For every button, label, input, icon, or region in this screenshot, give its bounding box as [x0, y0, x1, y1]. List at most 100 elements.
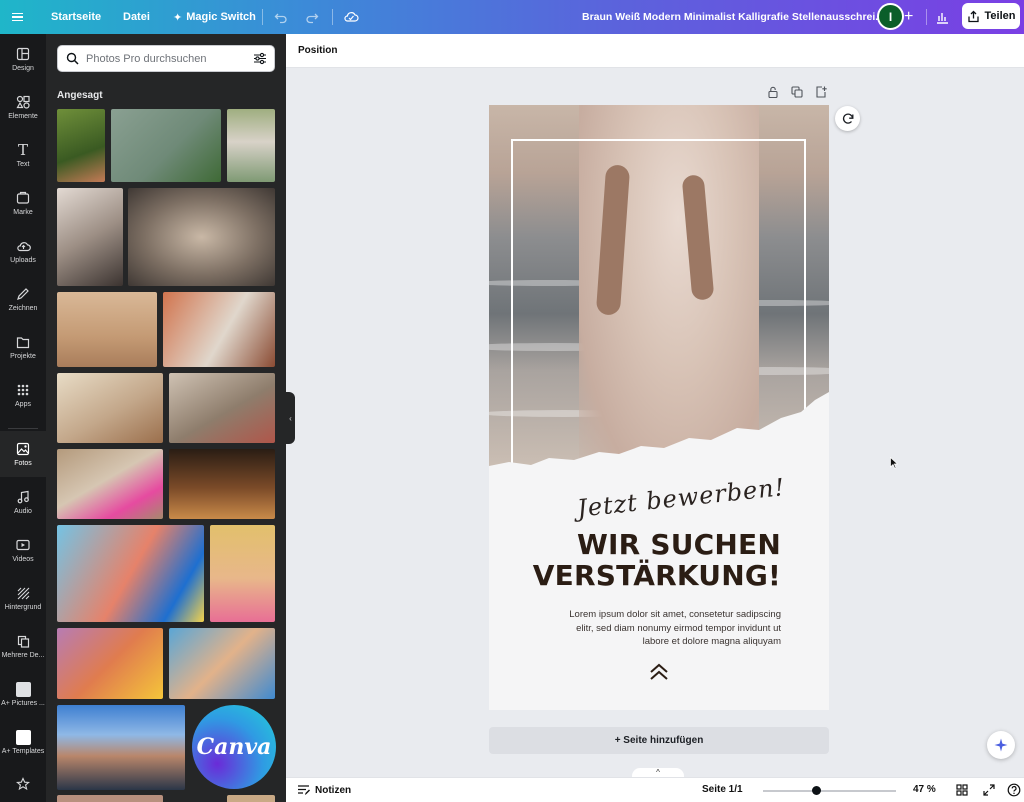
rail-item-uploads[interactable]: Uploads — [0, 228, 46, 274]
fullscreen-icon[interactable] — [982, 783, 996, 797]
add-collaborator-icon[interactable]: + — [904, 0, 913, 34]
photo-thumbnail[interactable] — [57, 373, 163, 443]
photo-thumbnail[interactable] — [57, 188, 123, 286]
photo-thumbnail[interactable] — [57, 109, 105, 182]
rail-item-mehrere-designs[interactable]: Mehrere De... — [0, 623, 46, 669]
zoom-slider[interactable] — [763, 790, 896, 792]
magic-switch-label: Magic Switch — [186, 11, 256, 23]
add-page-button[interactable]: + Seite hinzufügen — [489, 727, 829, 754]
rail-item-templates-app[interactable]: A+ Templates — [0, 719, 46, 765]
headline[interactable]: WIR SUCHEN VERSTÄRKUNG! — [489, 529, 781, 591]
sparkle-icon: ✦ — [173, 11, 183, 24]
cloud-saved-icon[interactable] — [343, 0, 359, 34]
file-menu-button[interactable]: Datei — [123, 0, 150, 34]
help-icon[interactable] — [1007, 783, 1021, 797]
insights-chart-icon[interactable] — [935, 0, 949, 34]
rail-item-text[interactable]: T Text — [0, 132, 46, 178]
filter-sliders-icon[interactable] — [253, 52, 267, 65]
rail-label: Projekte — [10, 353, 36, 360]
section-title: Angesagt — [57, 90, 103, 101]
photo-thumbnail[interactable] — [57, 795, 163, 802]
photo-thumbnail[interactable] — [111, 109, 221, 182]
rail-item-audio[interactable]: Audio — [0, 479, 46, 525]
copy-icon — [15, 633, 31, 649]
mouse-cursor-icon — [890, 457, 898, 469]
body-text[interactable]: Lorem ipsum dolor sit amet, consetetur s… — [529, 608, 781, 649]
cloud-upload-icon — [15, 238, 31, 254]
canva-logo-thumbnail[interactable]: Canva — [192, 705, 276, 789]
refresh-icon[interactable] — [835, 106, 860, 131]
rail-item-hintergrund[interactable]: Hintergrund — [0, 575, 46, 621]
rail-item-apps[interactable]: Apps — [0, 372, 46, 418]
rail-item-zeichnen[interactable]: Zeichnen — [0, 276, 46, 322]
photo-thumbnail[interactable] — [57, 292, 157, 367]
double-chevron-up-icon[interactable] — [649, 663, 669, 681]
zoom-value[interactable]: 47 % — [913, 784, 936, 795]
pattern-icon — [15, 585, 31, 601]
search-input[interactable]: Photos Pro durchsuchen — [86, 53, 206, 65]
rail-item-starred[interactable] — [0, 767, 46, 802]
video-icon — [15, 537, 31, 553]
redo-icon[interactable] — [305, 0, 319, 34]
apps-grid-icon — [15, 382, 31, 398]
photo-thumbnail[interactable] — [169, 373, 275, 443]
rail-item-elemente[interactable]: Elemente — [0, 84, 46, 130]
photo-thumbnail[interactable] — [57, 628, 163, 699]
search-box[interactable]: Photos Pro durchsuchen — [57, 45, 275, 72]
brand-icon — [15, 190, 31, 206]
photo-thumbnail[interactable] — [57, 525, 204, 622]
photo-thumbnail[interactable] — [227, 109, 275, 182]
rail-item-videos[interactable]: Videos — [0, 527, 46, 573]
rail-label: Apps — [15, 401, 31, 408]
rail-item-pictures-app[interactable]: A+ Pictures ... — [0, 671, 46, 717]
share-upload-icon — [967, 10, 979, 22]
menu-icon[interactable] — [12, 0, 32, 34]
page-tools — [766, 85, 828, 99]
rail-item-design[interactable]: Design — [0, 36, 46, 82]
headline-line: WIR SUCHEN — [576, 528, 781, 561]
undo-icon[interactable] — [274, 0, 288, 34]
divider — [262, 9, 263, 25]
rail-item-marke[interactable]: Marke — [0, 180, 46, 226]
document-title[interactable]: Braun Weiß Modern Minimalist Kalligrafie… — [582, 0, 884, 34]
photo-thumbnail[interactable] — [163, 292, 275, 367]
photo-thumbnail[interactable] — [210, 525, 275, 622]
magic-assistant-icon[interactable] — [987, 731, 1015, 759]
rail-item-projekte[interactable]: Projekte — [0, 324, 46, 370]
home-button[interactable]: Startseite — [51, 0, 101, 34]
rail-label: Text — [16, 161, 30, 168]
star-icon — [15, 776, 31, 792]
text-icon: T — [17, 141, 28, 159]
avatar[interactable]: I — [877, 3, 904, 30]
duplicate-icon[interactable] — [790, 85, 804, 99]
headline-line: VERSTÄRKUNG! — [532, 559, 781, 592]
notes-button[interactable]: Notizen — [297, 784, 351, 796]
position-button[interactable]: Position — [298, 45, 337, 56]
photo-thumbnail[interactable] — [169, 628, 275, 699]
photo-thumbnail[interactable] — [57, 705, 185, 790]
share-label: Teilen — [984, 10, 1016, 22]
share-button[interactable]: Teilen — [962, 3, 1020, 29]
grid-view-icon[interactable] — [955, 783, 969, 797]
rail-item-fotos[interactable]: Fotos — [0, 431, 46, 477]
body-line: Lorem ipsum dolor sit amet, consetetur s… — [569, 609, 781, 620]
rail-label: A+ Templates — [1, 747, 45, 755]
zoom-slider-handle[interactable] — [812, 786, 821, 795]
page-count[interactable]: Seite 1/1 — [702, 784, 743, 795]
divider — [926, 9, 927, 25]
add-page-icon[interactable] — [814, 85, 828, 99]
photo-thumbnail[interactable] — [128, 188, 275, 286]
collapse-panel-handle[interactable]: ‹ — [286, 392, 295, 444]
design-page[interactable]: Jetzt bewerben! WIR SUCHEN VERSTÄRKUNG! … — [489, 105, 829, 710]
photo-thumbnail[interactable] — [169, 449, 275, 519]
magic-switch-button[interactable]: ✦ Magic Switch — [173, 0, 256, 34]
lock-icon[interactable] — [766, 85, 780, 99]
canva-logo-text: Canva — [196, 734, 272, 760]
photo-thumbnail[interactable] — [57, 449, 163, 519]
photo-thumbnail[interactable] — [227, 795, 275, 802]
divider — [332, 9, 333, 25]
body-line: labore et dolore magna aliquyam — [642, 636, 781, 647]
rail-label: Marke — [13, 209, 33, 216]
rail-label: Elemente — [8, 113, 38, 120]
app-icon — [15, 729, 31, 745]
